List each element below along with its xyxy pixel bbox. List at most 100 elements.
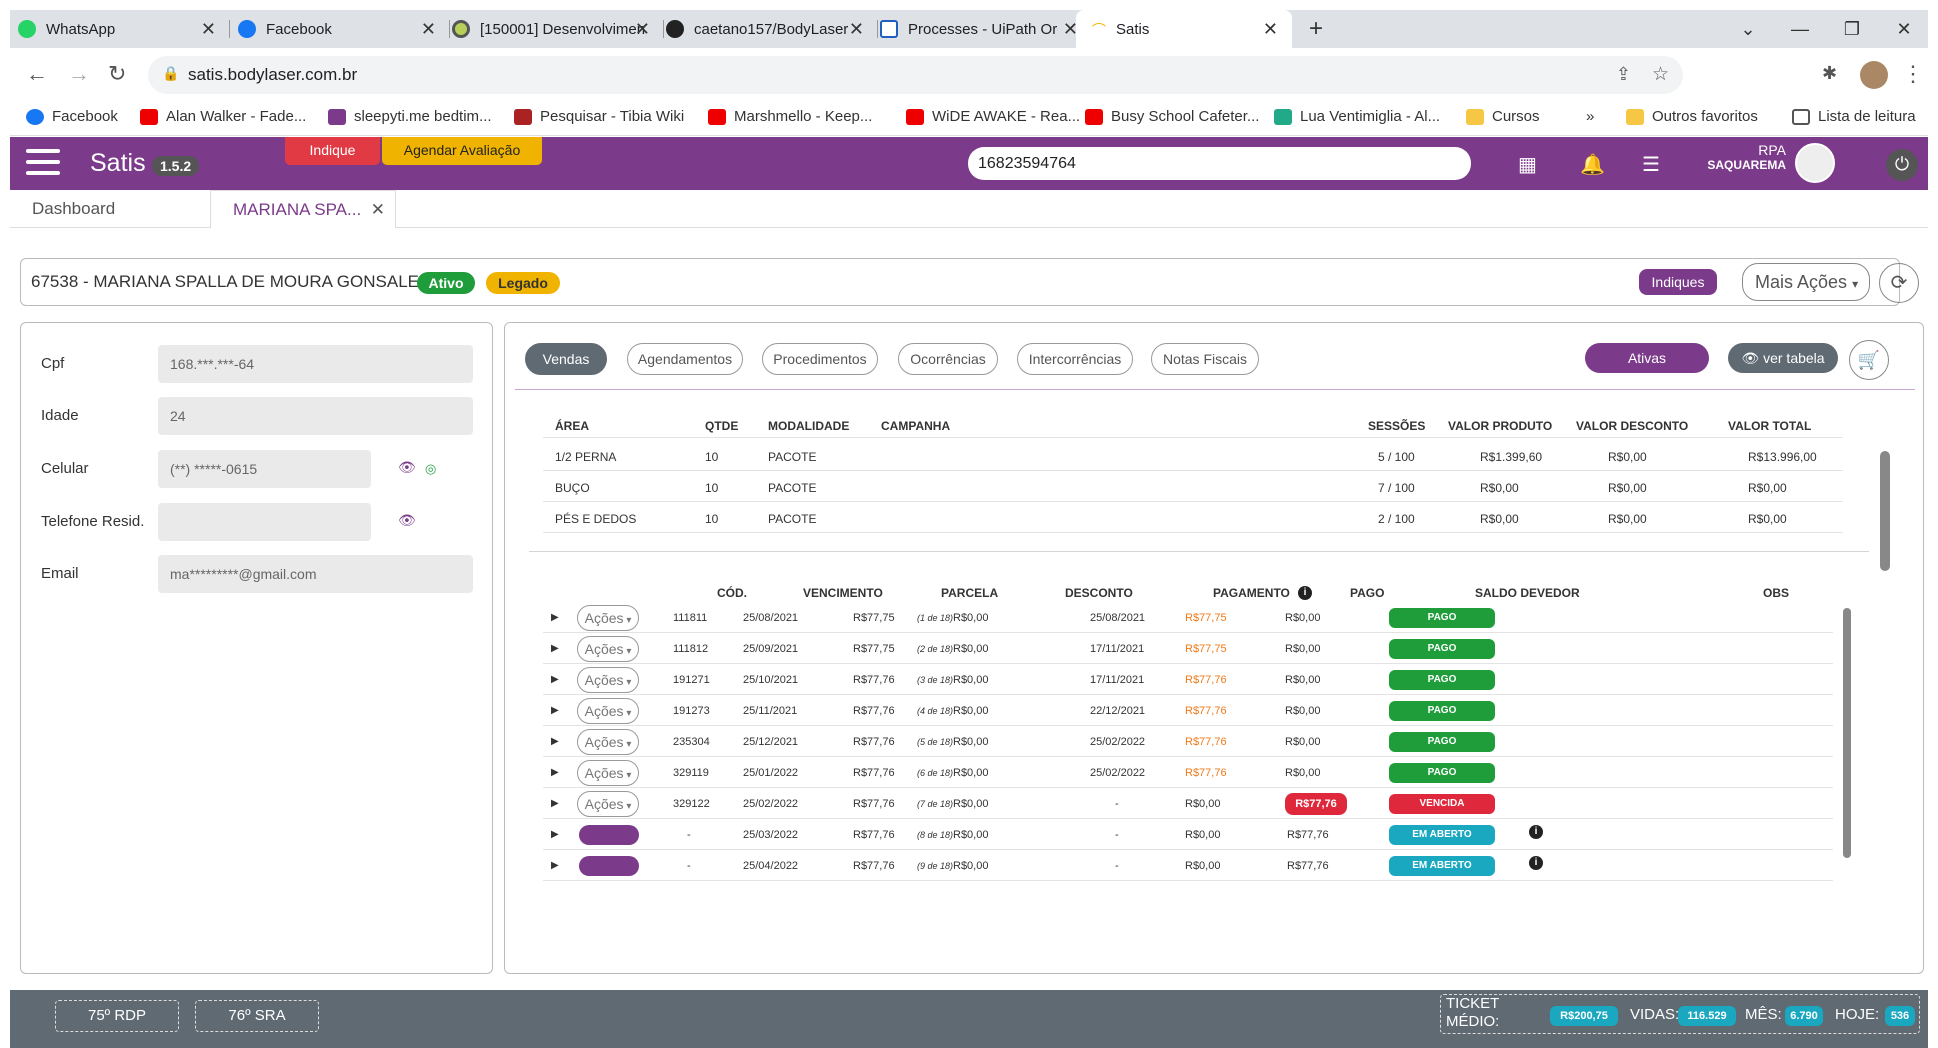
- filter-ativas-toggle[interactable]: Ativas: [1585, 343, 1709, 373]
- inner-scrollbar[interactable]: [1843, 608, 1851, 858]
- idade-field[interactable]: 24: [158, 397, 473, 435]
- acoes-button[interactable]: [579, 825, 639, 845]
- tab-agendamentos[interactable]: Agendamentos: [627, 343, 743, 375]
- expand-icon[interactable]: ▶: [551, 860, 559, 871]
- expand-icon[interactable]: ▶: [551, 705, 559, 716]
- acoes-button[interactable]: Ações ▾: [577, 760, 639, 786]
- acoes-button[interactable]: Ações ▾: [577, 791, 639, 817]
- checklist-icon[interactable]: ☰: [1642, 152, 1660, 177]
- obs-info-icon[interactable]: i: [1529, 856, 1543, 870]
- acoes-button[interactable]: Ações ▾: [577, 605, 639, 631]
- reading-list[interactable]: Lista de leitura: [1792, 108, 1916, 125]
- tab-intercorrencias[interactable]: Intercorrências: [1017, 343, 1133, 375]
- eye-icon[interactable]: 👁: [398, 459, 416, 476]
- extensions-icon[interactable]: ✱: [1822, 63, 1837, 84]
- close-icon[interactable]: ✕: [635, 19, 650, 40]
- tab-notas-fiscais[interactable]: Notas Fiscais: [1151, 343, 1259, 375]
- telefone-field[interactable]: [158, 503, 371, 541]
- mais-acoes-button[interactable]: Mais Ações ▾: [1742, 263, 1870, 301]
- bookmark-item[interactable]: Lua Ventimiglia - Al...: [1274, 108, 1440, 125]
- tab-ocorrencias[interactable]: Ocorrências: [898, 343, 998, 375]
- parcela-cell: R$77,76: [853, 860, 895, 872]
- browser-tab-github[interactable]: caetano157/BodyLaser ✕: [666, 10, 878, 48]
- expand-icon[interactable]: ▶: [551, 829, 559, 840]
- new-tab-button[interactable]: +: [1292, 10, 1340, 48]
- bookmark-item[interactable]: Marshmello - Keep...: [708, 108, 872, 125]
- close-icon[interactable]: ✕: [849, 19, 864, 40]
- ver-tabela-button[interactable]: 👁 ver tabela: [1728, 343, 1838, 373]
- browser-tab-uipath[interactable]: Processes - UiPath Orchestr ✕: [880, 10, 1092, 48]
- expand-icon[interactable]: ▶: [551, 643, 559, 654]
- bookmark-item[interactable]: WiDE AWAKE - Rea...: [906, 108, 1080, 125]
- bookmark-folder[interactable]: Outros favoritos: [1626, 108, 1758, 125]
- cpf-field[interactable]: 168.***.***-64: [158, 345, 473, 383]
- star-icon[interactable]: ☆: [1652, 63, 1669, 86]
- acoes-button[interactable]: Ações ▾: [577, 667, 639, 693]
- ranking-rdp-button[interactable]: 75º RDP: [55, 1000, 179, 1032]
- calendar-icon[interactable]: ▦: [1518, 152, 1537, 177]
- refresh-icon[interactable]: ⟳: [1879, 263, 1919, 303]
- close-window-icon[interactable]: ✕: [1880, 10, 1928, 48]
- user-avatar[interactable]: [1795, 143, 1835, 183]
- eye-icon[interactable]: 👁: [398, 512, 416, 529]
- acoes-button[interactable]: Ações ▾: [577, 698, 639, 724]
- expand-icon[interactable]: ▶: [551, 767, 559, 778]
- expand-icon[interactable]: ▶: [551, 674, 559, 685]
- bell-icon[interactable]: 🔔: [1580, 152, 1605, 177]
- agendar-avaliacao-button[interactable]: Agendar Avaliação: [382, 137, 542, 165]
- celular-field[interactable]: (**) *****-0615: [158, 450, 371, 488]
- acoes-button[interactable]: Ações ▾: [577, 636, 639, 662]
- search-input[interactable]: 16823594764: [968, 147, 1471, 180]
- indique-button[interactable]: Indique: [285, 137, 380, 165]
- obs-info-icon[interactable]: i: [1529, 825, 1543, 839]
- expand-icon[interactable]: ▶: [551, 612, 559, 623]
- close-icon[interactable]: ✕: [371, 191, 385, 229]
- bookmark-item[interactable]: sleepyti.me bedtim...: [328, 108, 492, 125]
- status-badge: Ativo: [417, 272, 475, 294]
- acoes-button[interactable]: [579, 856, 639, 876]
- whatsapp-icon[interactable]: ◎: [425, 461, 436, 477]
- browser-tab-facebook[interactable]: Facebook ✕: [238, 10, 450, 48]
- expand-icon[interactable]: ▶: [551, 736, 559, 747]
- browser-tab-satis[interactable]: ⌒ Satis ✕: [1076, 10, 1292, 48]
- tab-patient[interactable]: MARIANA SPA... ✕: [210, 190, 396, 228]
- browser-tab-whatsapp[interactable]: WhatsApp ✕: [18, 10, 230, 48]
- email-field[interactable]: ma*********@gmail.com: [158, 555, 473, 593]
- share-icon[interactable]: ⇪: [1616, 64, 1631, 85]
- patient-header: 67538 - MARIANA SPALLA DE MOURA GONSALES…: [20, 258, 1919, 306]
- ranking-sra-button[interactable]: 76º SRA: [195, 1000, 319, 1032]
- hamburger-menu-icon[interactable]: [26, 149, 60, 179]
- bookmark-item[interactable]: Alan Walker - Fade...: [140, 108, 306, 125]
- col-header: PARCELA: [941, 586, 999, 600]
- forward-icon[interactable]: →: [68, 61, 90, 87]
- uipath-icon: [880, 20, 898, 38]
- close-icon[interactable]: ✕: [201, 19, 216, 40]
- cart-icon[interactable]: 🛒: [1849, 340, 1889, 380]
- tab-vendas[interactable]: Vendas: [525, 343, 607, 375]
- bookmark-item[interactable]: Busy School Cafeter...: [1085, 108, 1259, 125]
- bookmark-item[interactable]: Pesquisar - Tibia Wiki: [514, 108, 684, 125]
- bookmark-item[interactable]: Facebook: [26, 108, 118, 125]
- tab-search-icon[interactable]: ⌄: [1724, 10, 1772, 48]
- panel-scrollbar[interactable]: [1880, 451, 1890, 571]
- power-icon[interactable]: ⏻: [1886, 149, 1918, 181]
- info-icon[interactable]: i: [1298, 586, 1312, 600]
- minimize-icon[interactable]: —: [1776, 10, 1824, 48]
- bookmark-folder[interactable]: Cursos: [1466, 108, 1540, 125]
- bookmark-overflow[interactable]: »: [1586, 108, 1594, 125]
- maximize-icon[interactable]: ❐: [1828, 10, 1876, 48]
- tab-dashboard[interactable]: Dashboard: [10, 190, 210, 228]
- browser-tab-desenvolvimento[interactable]: [150001] Desenvolvimento ✕: [452, 10, 664, 48]
- back-icon[interactable]: ←: [26, 61, 48, 87]
- close-icon[interactable]: ✕: [1263, 19, 1278, 40]
- profile-avatar[interactable]: [1860, 61, 1888, 89]
- desconto-cell: R$0,00: [953, 798, 989, 810]
- reload-icon[interactable]: ↻: [108, 61, 126, 87]
- close-icon[interactable]: ✕: [421, 19, 436, 40]
- indiques-button[interactable]: Indiques: [1639, 269, 1717, 295]
- expand-icon[interactable]: ▶: [551, 798, 559, 809]
- url-field[interactable]: 🔒 satis.bodylaser.com.br ⇪ ☆: [148, 56, 1683, 94]
- menu-icon[interactable]: ⋮: [1902, 61, 1924, 87]
- acoes-button[interactable]: Ações ▾: [577, 729, 639, 755]
- tab-procedimentos[interactable]: Procedimentos: [762, 343, 878, 375]
